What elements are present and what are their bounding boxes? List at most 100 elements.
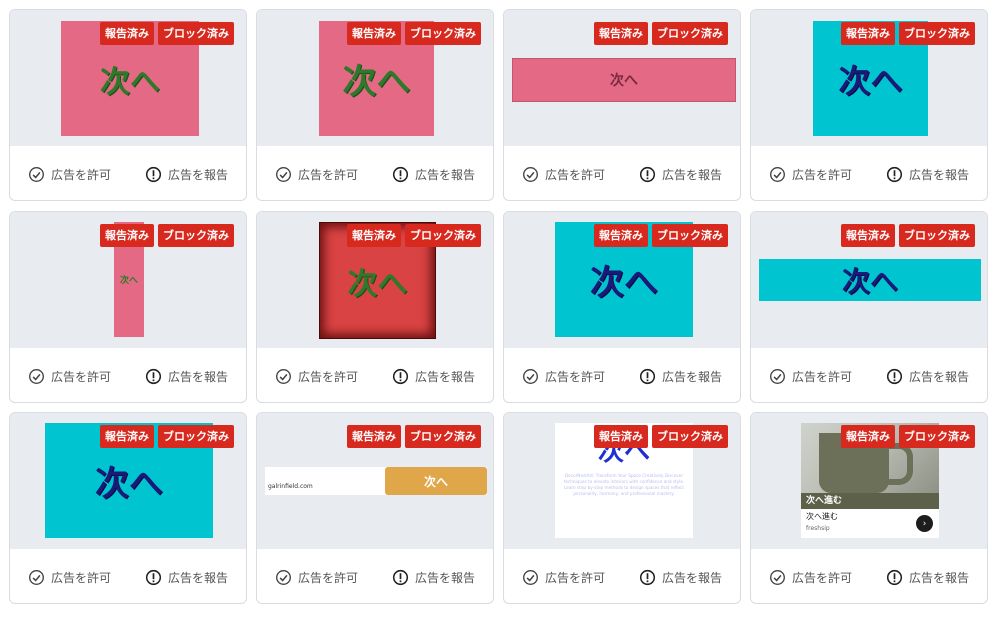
status-badges: 報告済み ブロック済み [347, 224, 481, 247]
blocked-badge: ブロック済み [899, 22, 975, 45]
ad-actions: 広告を許可 広告を報告 [257, 549, 493, 603]
allow-ad-button[interactable]: 広告を許可 [522, 368, 605, 385]
report-ad-button[interactable]: 広告を報告 [392, 368, 475, 385]
report-ad-button[interactable]: 広告を報告 [886, 569, 969, 586]
alert-circle-icon [639, 569, 656, 585]
check-circle-icon [276, 166, 291, 182]
reported-badge: 報告済み [347, 224, 401, 247]
ad-creative-text: 次へ [610, 73, 638, 89]
ad-card: 次へ 報告済み ブロック済み 広告を許可 広告を報告 [9, 211, 247, 403]
allow-ad-button[interactable]: 広告を許可 [28, 368, 111, 385]
ad-card: 次へ 報告済み ブロック済み 広告を許可 広告を報告 [9, 412, 247, 604]
allow-ad-button[interactable]: 広告を許可 [522, 166, 605, 183]
allow-ad-label: 広告を許可 [298, 369, 359, 384]
alert-circle-icon [886, 569, 903, 585]
alert-circle-icon [639, 166, 656, 182]
allow-ad-button[interactable]: 広告を許可 [769, 569, 852, 586]
report-ad-button[interactable]: 広告を報告 [145, 368, 228, 385]
ad-body-text: DecorNestArt: Transform Your Space Creat… [563, 473, 685, 496]
ad-actions: 広告を許可 広告を報告 [257, 146, 493, 200]
blocked-badge: ブロック済み [899, 425, 975, 448]
ad-actions: 広告を許可 広告を報告 [504, 549, 740, 603]
report-ad-button[interactable]: 広告を報告 [145, 569, 228, 586]
report-ad-button[interactable]: 広告を報告 [392, 569, 475, 586]
reported-badge: 報告済み [594, 22, 648, 45]
ad-actions: 広告を許可 広告を報告 [10, 146, 246, 200]
report-ad-button[interactable]: 広告を報告 [392, 166, 475, 183]
ad-preview: 次へ 報告済み ブロック済み [751, 10, 987, 146]
check-circle-icon [523, 166, 538, 182]
blocked-badge: ブロック済み [158, 224, 234, 247]
ad-domain: galrinfield.com [268, 483, 313, 490]
report-ad-button[interactable]: 広告を報告 [886, 166, 969, 183]
allow-ad-button[interactable]: 広告を許可 [769, 368, 852, 385]
ad-creative-text: 次へ [841, 265, 898, 298]
reported-badge: 報告済み [594, 425, 648, 448]
status-badges: 報告済み ブロック済み [347, 22, 481, 45]
allow-ad-label: 広告を許可 [298, 167, 359, 182]
ad-creative-text: 次へ [838, 61, 903, 100]
allow-ad-button[interactable]: 広告を許可 [522, 569, 605, 586]
reported-badge: 報告済み [100, 22, 154, 45]
allow-ad-label: 広告を許可 [545, 369, 606, 384]
blocked-badge: ブロック済み [405, 224, 481, 247]
allow-ad-button[interactable]: 広告を許可 [275, 368, 358, 385]
ad-actions: 広告を許可 広告を報告 [751, 549, 987, 603]
ad-card: 次へ 報告済み ブロック済み 広告を許可 広告を報告 [256, 211, 494, 403]
check-circle-icon [29, 569, 44, 585]
ad-footer: 次へ進む freshsip › [801, 509, 939, 538]
blocked-badge: ブロック済み [158, 22, 234, 45]
check-circle-icon [770, 569, 785, 585]
report-ad-button[interactable]: 広告を報告 [145, 166, 228, 183]
ad-actions: 広告を許可 広告を報告 [10, 348, 246, 402]
ad-brand: freshsip [806, 525, 830, 532]
report-ad-button[interactable]: 広告を報告 [886, 368, 969, 385]
next-button[interactable]: 次へ [385, 467, 487, 495]
allow-ad-label: 広告を許可 [51, 167, 112, 182]
allow-ad-label: 広告を許可 [51, 369, 112, 384]
alert-circle-icon [392, 166, 409, 182]
reported-badge: 報告済み [100, 224, 154, 247]
status-badges: 報告済み ブロック済み [100, 224, 234, 247]
reported-badge: 報告済み [594, 224, 648, 247]
ad-card: 次へ 報告済み ブロック済み 広告を許可 広告を報告 [750, 9, 988, 201]
report-ad-label: 広告を報告 [908, 570, 969, 585]
ad-creative-text: 次へ [590, 263, 658, 303]
status-badges: 報告済み ブロック済み [594, 224, 728, 247]
ad-review-grid: 次へ 報告済み ブロック済み 広告を許可 広告を報告 次へ 報告済み ブロック済… [0, 0, 1000, 618]
allow-ad-button[interactable]: 広告を許可 [275, 569, 358, 586]
report-ad-button[interactable]: 広告を報告 [639, 368, 722, 385]
reported-badge: 報告済み [100, 425, 154, 448]
ad-preview: 次へ 報告済み ブロック済み [10, 10, 246, 146]
status-badges: 報告済み ブロック済み [594, 425, 728, 448]
allow-ad-label: 広告を許可 [545, 167, 606, 182]
ad-creative-text: 次へ [100, 64, 160, 100]
allow-ad-label: 広告を許可 [792, 167, 853, 182]
ad-creative: 次へ [759, 259, 981, 301]
allow-ad-button[interactable]: 広告を許可 [28, 166, 111, 183]
allow-ad-label: 広告を許可 [792, 570, 853, 585]
report-ad-label: 広告を報告 [414, 369, 475, 384]
reported-badge: 報告済み [841, 224, 895, 247]
ad-actions: 広告を許可 広告を報告 [504, 146, 740, 200]
ad-actions: 広告を許可 広告を報告 [10, 549, 246, 603]
report-ad-button[interactable]: 広告を報告 [639, 569, 722, 586]
ad-creative-text: 次へ [347, 266, 408, 302]
allow-ad-button[interactable]: 広告を許可 [275, 166, 358, 183]
allow-ad-button[interactable]: 広告を許可 [769, 166, 852, 183]
allow-ad-label: 広告を許可 [298, 570, 359, 585]
ad-preview: 次へ 報告済み ブロック済み [10, 212, 246, 348]
reported-badge: 報告済み [841, 22, 895, 45]
report-ad-label: 広告を報告 [414, 167, 475, 182]
ad-preview: 次へ 報告済み ブロック済み [257, 212, 493, 348]
report-ad-button[interactable]: 広告を報告 [639, 166, 722, 183]
alert-circle-icon [886, 166, 903, 182]
check-circle-icon [276, 569, 291, 585]
allow-ad-button[interactable]: 広告を許可 [28, 569, 111, 586]
ad-actions: 広告を許可 広告を報告 [751, 348, 987, 402]
ad-overlay-text: 次へ進む [801, 493, 939, 509]
chevron-right-icon[interactable]: › [916, 515, 933, 532]
check-circle-icon [523, 569, 538, 585]
ad-preview: 次へ 報告済み ブロック済み [10, 413, 246, 549]
ad-card: galrinfield.com 次へ 報告済み ブロック済み 広告を許可 広告を… [256, 412, 494, 604]
